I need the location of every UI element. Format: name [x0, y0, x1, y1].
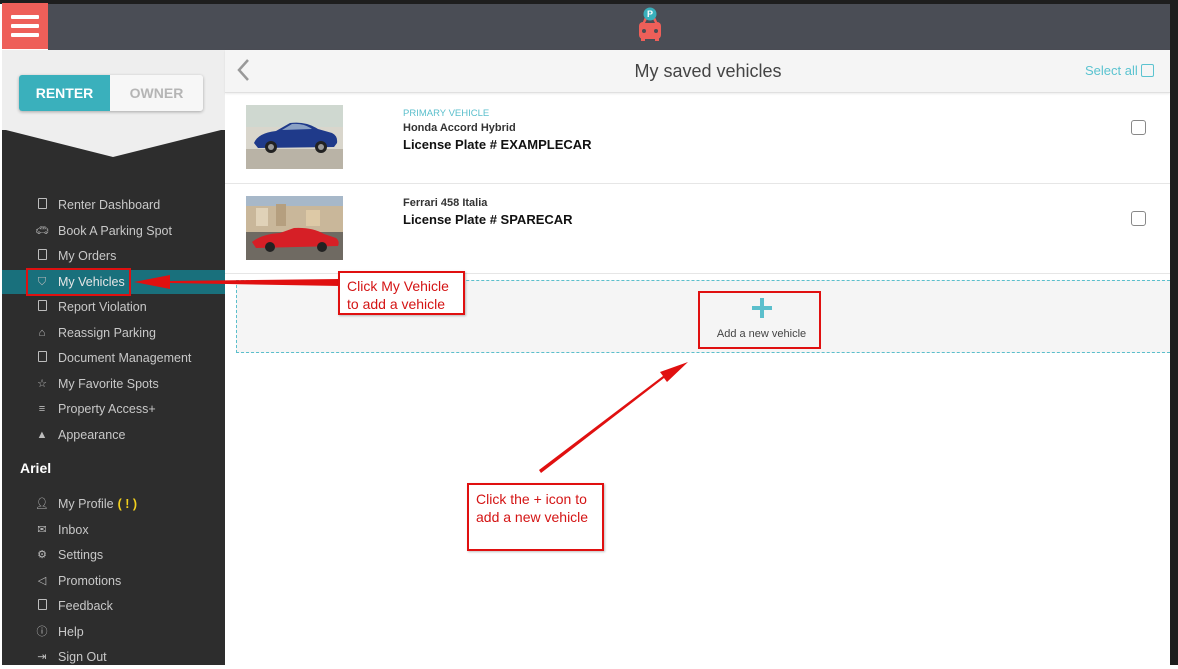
callout-line: to add a vehicle	[347, 296, 446, 312]
profile-warning-badge: ( ! )	[117, 497, 138, 511]
user-icon: 👤︎	[35, 498, 49, 510]
highlight-my-vehicles	[26, 268, 131, 296]
hamburger-icon[interactable]	[2, 3, 48, 49]
vehicle-model: Ferrari 458 Italia	[403, 197, 488, 209]
sign-out-icon: ⇥	[37, 651, 47, 663]
vehicle-row[interactable]: PRIMARY VEHICLE Honda Accord Hybrid Lice…	[225, 92, 1170, 184]
sidebar-item-help[interactable]: ⓘ Help	[2, 620, 225, 644]
report-icon	[35, 300, 49, 314]
sidebar-item-report-violation[interactable]: Report Violation	[2, 295, 225, 319]
sidebar-item-renter-dashboard[interactable]: Renter Dashboard	[2, 193, 225, 217]
sidebar-item-label: My Favorite Spots	[58, 377, 159, 391]
callout-my-vehicles: Click My Vehicle to add a vehicle	[338, 271, 465, 315]
document-icon	[35, 351, 49, 365]
sidebar-item-feedback[interactable]: Feedback	[2, 594, 225, 618]
callout-line: Click the + icon to	[476, 491, 587, 507]
sidebar-item-label: Settings	[58, 548, 104, 562]
sidebar-item-label: Appearance	[58, 428, 126, 442]
owner-toggle-button[interactable]: OWNER	[110, 75, 203, 111]
megaphone-icon: ◁	[37, 575, 47, 587]
sidebar-item-inbox[interactable]: ✉ Inbox	[2, 518, 225, 542]
sidebar-item-label: My Profile	[58, 497, 114, 511]
sidebar-item-label: Document Management	[58, 351, 192, 365]
sidebar-item-label: Promotions	[58, 574, 122, 588]
sidebar-item-label: Book A Parking Spot	[58, 224, 172, 238]
sidebar-item-favorite-spots[interactable]: ☆ My Favorite Spots	[2, 372, 225, 396]
window-frame-right	[1170, 0, 1178, 665]
sidebar-item-reassign-parking[interactable]: ⌂ Reassign Parking	[2, 321, 225, 345]
help-icon: ⓘ	[36, 626, 48, 638]
sidebar-item-my-profile[interactable]: 👤︎ My Profile ( ! )	[2, 492, 225, 516]
top-bar	[48, 4, 1170, 50]
sidebar-item-book-parking[interactable]: 🚗︎ Book A Parking Spot	[2, 219, 225, 243]
car-icon: 🚗︎	[35, 225, 49, 237]
vehicle-photo-ferrari	[246, 196, 343, 260]
dashboard-icon	[35, 198, 49, 212]
sidebar-item-promotions[interactable]: ◁ Promotions	[2, 569, 225, 593]
property-icon: ≡	[38, 403, 46, 415]
add-vehicle-label: Add a new vehicle	[716, 328, 807, 340]
star-icon: ☆	[37, 378, 47, 390]
vehicle-plate: License Plate # EXAMPLECAR	[403, 137, 592, 152]
sidebar-item-label: Property Access+	[58, 402, 156, 416]
parking-car-logo: P	[634, 5, 666, 45]
vehicle-plate: License Plate # SPARECAR	[403, 212, 573, 227]
select-all-checkbox[interactable]	[1141, 64, 1154, 77]
sidebar-item-property-access[interactable]: ≡ Property Access+	[2, 397, 225, 421]
sidebar-item-document-management[interactable]: Document Management	[2, 346, 225, 370]
vehicle-checkbox[interactable]	[1131, 211, 1146, 226]
select-all-link[interactable]: Select all	[1085, 63, 1138, 78]
sidebar-item-label: Reassign Parking	[58, 326, 156, 340]
sidebar-item-my-orders[interactable]: My Orders	[2, 244, 225, 268]
sidebar-item-label: Sign Out	[58, 650, 107, 664]
sidebar-item-label: Report Violation	[58, 300, 147, 314]
callout-line: Click My Vehicle	[347, 278, 449, 294]
page-title: My saved vehicles	[634, 61, 782, 81]
vehicle-row[interactable]: Ferrari 458 Italia License Plate # SPARE…	[225, 183, 1170, 274]
sidebar-item-label: Renter Dashboard	[58, 198, 161, 212]
sidebar-item-label: My Orders	[58, 249, 117, 263]
callout-line: add a new vehicle	[476, 509, 589, 525]
envelope-icon: ✉	[37, 524, 47, 536]
primary-vehicle-badge: PRIMARY VEHICLE	[403, 108, 490, 119]
sidebar-item-label: Inbox	[58, 523, 89, 537]
vehicle-photo-honda	[246, 105, 343, 169]
plus-icon[interactable]	[752, 298, 772, 318]
sidebar-item-sign-out[interactable]: ⇥ Sign Out	[2, 645, 225, 669]
callout-plus-icon: Click the + icon to add a new vehicle	[467, 483, 604, 551]
sidebar-item-settings[interactable]: ⚙ Settings	[2, 543, 225, 567]
vehicle-model: Honda Accord Hybrid	[403, 122, 516, 134]
feedback-icon	[35, 599, 49, 613]
renter-toggle-button[interactable]: RENTER	[19, 75, 110, 111]
gear-icon: ⚙	[37, 549, 47, 561]
sidebar-item-label: Feedback	[58, 599, 113, 613]
logo-badge: P	[647, 9, 653, 19]
sidebar-item-appearance[interactable]: ▲ Appearance	[2, 423, 225, 447]
role-toggle: RENTER OWNER	[19, 75, 203, 111]
home-icon: ⌂	[38, 327, 46, 339]
vehicle-checkbox[interactable]	[1131, 120, 1146, 135]
back-chevron-icon[interactable]	[234, 57, 254, 83]
appearance-icon: ▲	[36, 429, 48, 441]
orders-icon	[35, 249, 49, 263]
user-name: Ariel	[20, 460, 52, 476]
sidebar-divider	[2, 129, 225, 157]
sidebar-item-label: Help	[58, 625, 84, 639]
